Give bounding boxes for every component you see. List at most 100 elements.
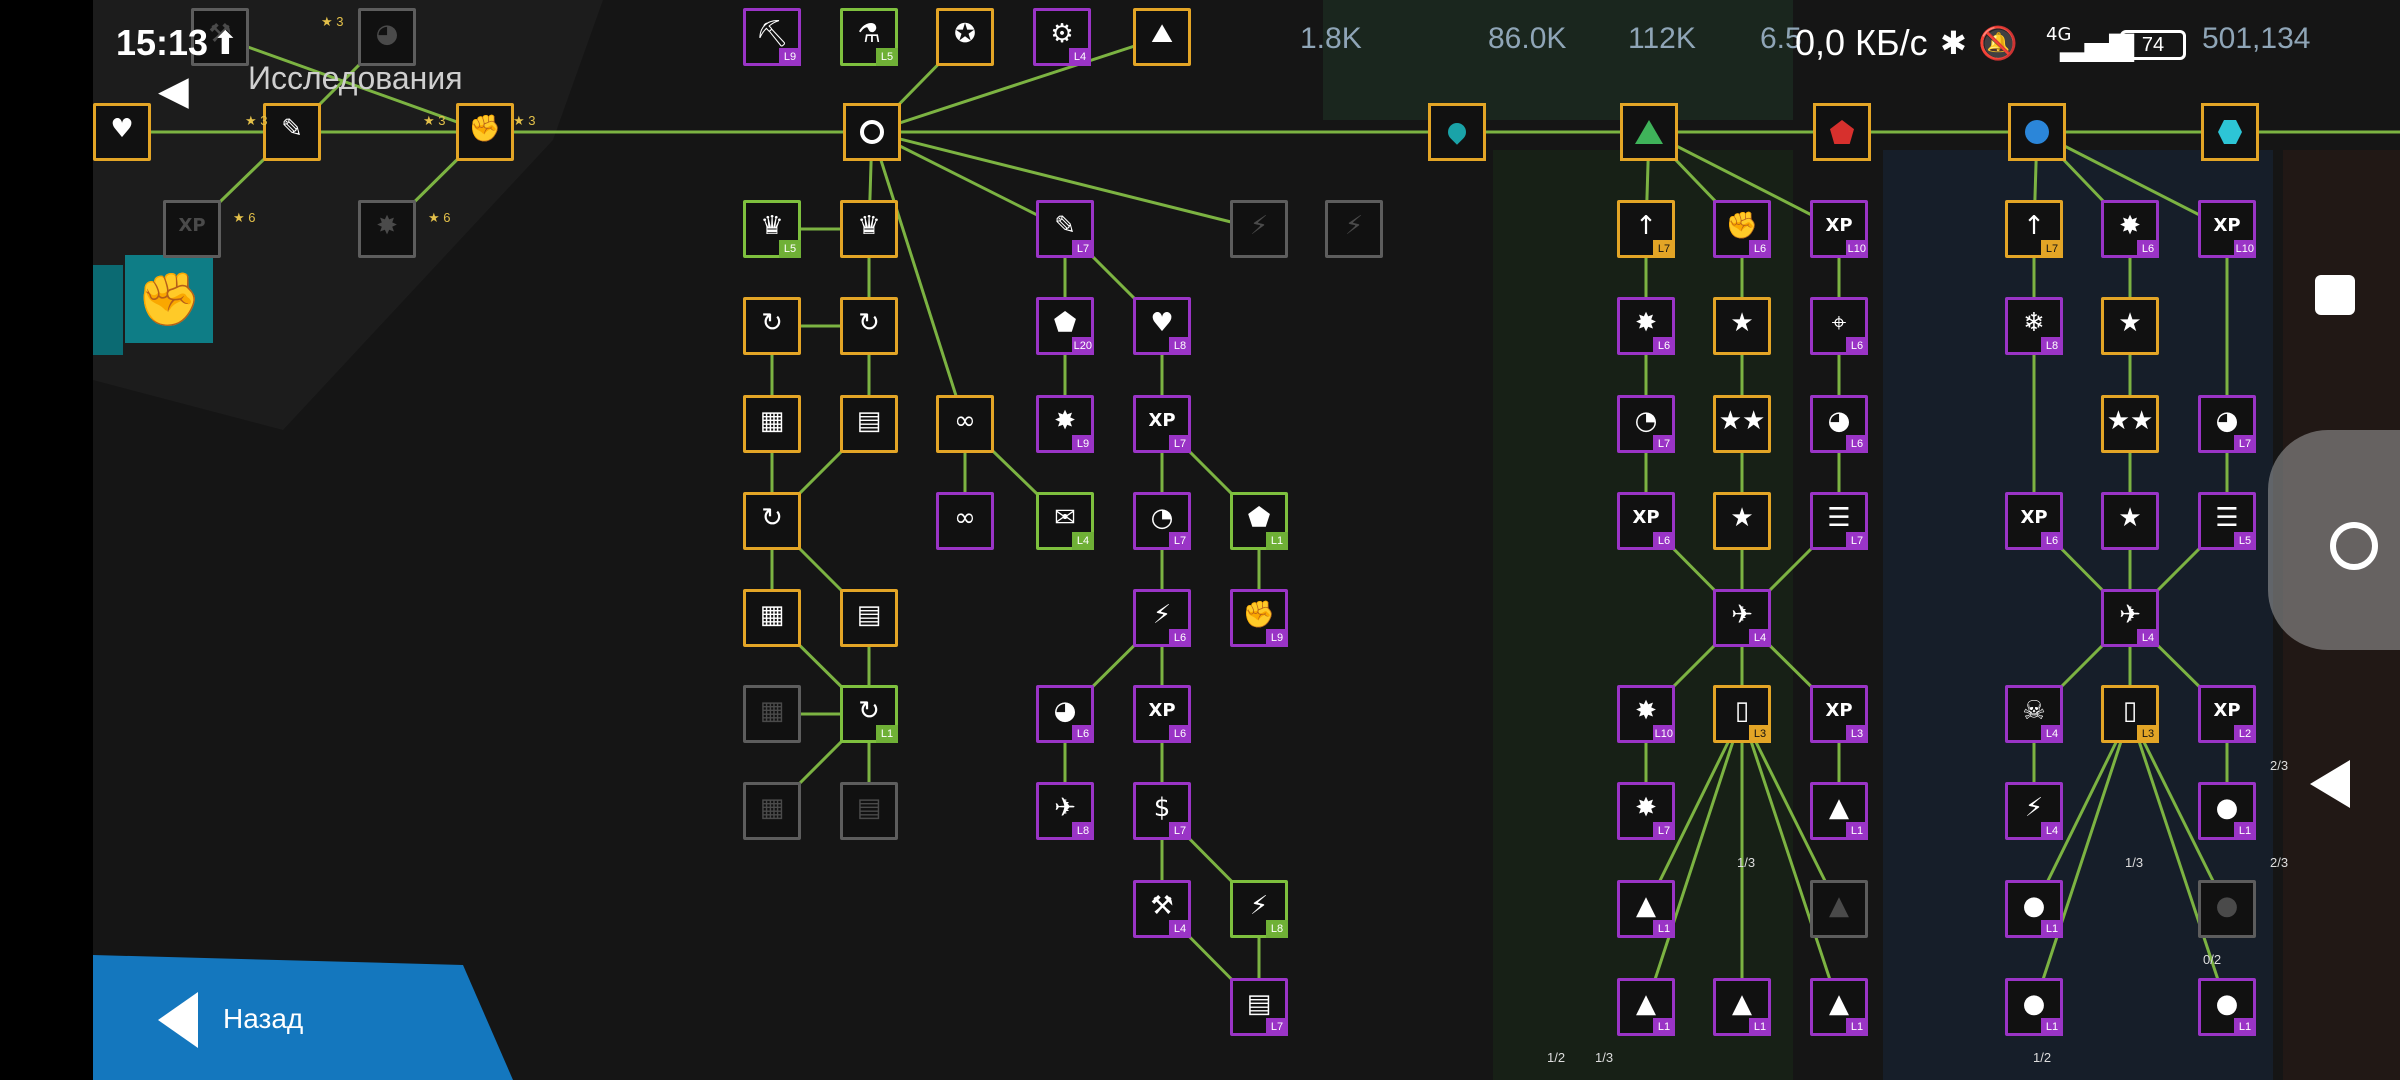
research-node-g13[interactable]: ✈ L4 <box>1713 589 1771 647</box>
research-node-y3[interactable]: ◕ L6 <box>1036 685 1094 743</box>
research-node-zz1[interactable]: ⚒ L4 <box>1133 880 1191 938</box>
research-node-y2[interactable]: ↻ L1 <box>840 685 898 743</box>
research-node-b10[interactable]: ★ <box>2101 492 2159 550</box>
node-cyan-gem[interactable] <box>2201 103 2259 161</box>
research-node-g11[interactable]: ★ <box>1713 492 1771 550</box>
research-tree-canvas[interactable]: ✊ ⛏ L9 ⚗ L5 ✪ ⚙ L4 ⛰ ♛ L5 ♛ ✎ L7 ⚡ ⚡ ↻ ↻ ⬟ L20 ♥ L8 ▦ ▤ ∞ ✸ L9 XP L… <box>93 0 2400 1080</box>
research-node-g4[interactable]: ✸ L6 <box>1617 297 1675 355</box>
research-node-g12[interactable]: ☰ L7 <box>1810 492 1868 550</box>
progress-fraction: 1/3 <box>2125 855 2144 870</box>
research-node-u1[interactable]: ↻ <box>743 297 801 355</box>
research-node-g10[interactable]: XP L6 <box>1617 492 1675 550</box>
research-node-l4[interactable]: XP <box>163 200 221 258</box>
research-node-x4[interactable]: ✊ L9 <box>1230 589 1288 647</box>
research-node-b11[interactable]: ☰ L5 <box>2198 492 2256 550</box>
research-node-zz3[interactable]: ▤ L7 <box>1230 978 1288 1036</box>
research-node-w5[interactable]: ⬟ L1 <box>1230 492 1288 550</box>
research-node-b21[interactable]: ● L1 <box>2198 978 2256 1036</box>
research-node-z3[interactable]: ✈ L8 <box>1036 782 1094 840</box>
research-node-y1[interactable]: ▦ <box>743 685 801 743</box>
research-node-t1[interactable]: ♛ L5 <box>743 200 801 258</box>
research-node-w2[interactable]: ∞ <box>936 492 994 550</box>
research-node-b16[interactable]: ⚡ L4 <box>2005 782 2063 840</box>
research-node-b2[interactable]: ✸ L6 <box>2101 200 2159 258</box>
research-node-w3[interactable]: ✉ L4 <box>1036 492 1094 550</box>
research-node-b14[interactable]: ▯ L3 <box>2101 685 2159 743</box>
research-node-b20[interactable]: ● L1 <box>2005 978 2063 1036</box>
node-green-gem[interactable] <box>1620 103 1678 161</box>
research-node-x1[interactable]: ▦ <box>743 589 801 647</box>
research-node-g16[interactable]: XP L3 <box>1810 685 1868 743</box>
research-node-z4[interactable]: $ L7 <box>1133 782 1191 840</box>
research-node-g2[interactable]: ✊ L6 <box>1713 200 1771 258</box>
back-nav-button[interactable] <box>2310 760 2350 808</box>
research-node-b9[interactable]: XP L6 <box>2005 492 2063 550</box>
research-node-g14[interactable]: ✸ L10 <box>1617 685 1675 743</box>
research-node-g5[interactable]: ★ <box>1713 297 1771 355</box>
node-central-hub[interactable] <box>843 103 901 161</box>
research-node-b17[interactable]: ● L1 <box>2198 782 2256 840</box>
research-node-g20[interactable]: ▲ <box>1810 880 1868 938</box>
research-node-g17[interactable]: ✸ L7 <box>1617 782 1675 840</box>
node-red-gem[interactable] <box>1813 103 1871 161</box>
research-node-t5[interactable]: ⚡ <box>1325 200 1383 258</box>
research-node-z1[interactable]: ▦ <box>743 782 801 840</box>
research-node-g15[interactable]: ▯ L3 <box>1713 685 1771 743</box>
research-node-x3[interactable]: ⚡ L6 <box>1133 589 1191 647</box>
node-teal-gem[interactable] <box>1428 103 1486 161</box>
research-node-g6[interactable]: ⌖ L6 <box>1810 297 1868 355</box>
research-node-t4[interactable]: ⚡ <box>1230 200 1288 258</box>
research-node-g8[interactable]: ★★ <box>1713 395 1771 453</box>
research-node-x2[interactable]: ▤ <box>840 589 898 647</box>
research-node-b15[interactable]: XP L2 <box>2198 685 2256 743</box>
level-badge: L1 <box>1653 1018 1675 1036</box>
research-node-v3[interactable]: ∞ <box>936 395 994 453</box>
research-node-t3[interactable]: ✎ L7 <box>1036 200 1094 258</box>
recents-nav-button[interactable] <box>2315 275 2355 315</box>
research-node-g9[interactable]: ◕ L6 <box>1810 395 1868 453</box>
research-node-w4[interactable]: ◔ L7 <box>1133 492 1191 550</box>
research-node-t2[interactable]: ♛ <box>840 200 898 258</box>
selected-category-fist-icon[interactable]: ✊ <box>125 255 213 343</box>
node-blue-gem[interactable] <box>2008 103 2066 161</box>
research-node-l5[interactable]: ✸ <box>358 200 416 258</box>
research-node-b5[interactable]: ★ <box>2101 297 2159 355</box>
research-node-v1[interactable]: ▦ <box>743 395 801 453</box>
research-node-u4[interactable]: ♥ L8 <box>1133 297 1191 355</box>
research-node-w1[interactable]: ↻ <box>743 492 801 550</box>
research-node-u2[interactable]: ↻ <box>840 297 898 355</box>
research-node-b13[interactable]: ☠ L4 <box>2005 685 2063 743</box>
research-node-b19[interactable]: ● <box>2198 880 2256 938</box>
research-node-g23[interactable]: ▲ L1 <box>1810 978 1868 1036</box>
research-node-u3[interactable]: ⬟ L20 <box>1036 297 1094 355</box>
research-node-v5[interactable]: XP L7 <box>1133 395 1191 453</box>
research-node-b7[interactable]: ★★ <box>2101 395 2159 453</box>
research-node-g7[interactable]: ◔ L7 <box>1617 395 1675 453</box>
research-node-b18[interactable]: ● L1 <box>2005 880 2063 938</box>
research-node-z2[interactable]: ▤ <box>840 782 898 840</box>
research-node-y4[interactable]: XP L6 <box>1133 685 1191 743</box>
research-node-l1[interactable]: ✊ <box>456 103 514 161</box>
back-button[interactable]: Назад <box>93 955 513 1080</box>
level-badge: L2 <box>2234 725 2256 743</box>
research-node-b3[interactable]: XP L10 <box>2198 200 2256 258</box>
back-arrow-icon[interactable]: ◀ <box>158 68 189 114</box>
research-node-b4[interactable]: ❄ L8 <box>2005 297 2063 355</box>
research-node-l2[interactable]: ✎ <box>263 103 321 161</box>
research-node-v4[interactable]: ✸ L9 <box>1036 395 1094 453</box>
research-node-zz2[interactable]: ⚡ L8 <box>1230 880 1288 938</box>
research-node-b12[interactable]: ✈ L4 <box>2101 589 2159 647</box>
level-badge: L4 <box>1072 532 1094 550</box>
research-icon: ★ <box>1730 503 1754 533</box>
floating-assist-bar[interactable] <box>2268 430 2400 650</box>
research-node-g18[interactable]: ▲ L1 <box>1810 782 1868 840</box>
research-node-g22[interactable]: ▲ L1 <box>1713 978 1771 1036</box>
research-node-g19[interactable]: ▲ L1 <box>1617 880 1675 938</box>
research-node-g1[interactable]: ↑ L7 <box>1617 200 1675 258</box>
research-node-g3[interactable]: XP L10 <box>1810 200 1868 258</box>
research-node-v2[interactable]: ▤ <box>840 395 898 453</box>
research-node-b1[interactable]: ↑ L7 <box>2005 200 2063 258</box>
research-node-l3[interactable]: ♥ <box>93 103 151 161</box>
research-node-g21[interactable]: ▲ L1 <box>1617 978 1675 1036</box>
research-node-b8[interactable]: ◕ L7 <box>2198 395 2256 453</box>
